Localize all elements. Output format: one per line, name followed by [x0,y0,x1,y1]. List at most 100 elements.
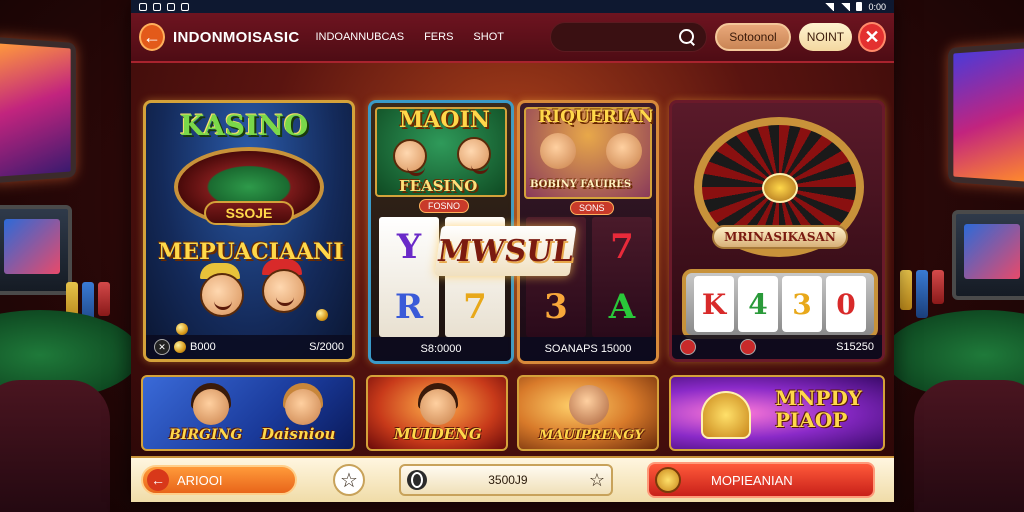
slot-symbol: 4 [738,276,778,332]
card-title: KASINO [180,109,309,142]
nav-link[interactable]: FERS [424,31,453,43]
character-avatar [285,389,321,425]
bottom-action-bar: ← ARIOOI ☆ 3500J9 ☆ MOPIEANIAN [131,456,894,502]
game-card-kasino[interactable]: KASINO SSOJE MEPUACIAANI ✕ B000 S/2000 [143,100,355,362]
card-chip: SONS [570,201,614,215]
bottom-left-label: ARIOOI [177,472,223,488]
reel-symbol: 7 [610,227,634,267]
character-avatar [193,389,229,425]
card-footer-right: S/2000 [309,341,344,353]
background-tv-screen [0,36,76,184]
reel-symbol: A [608,287,636,327]
card-footer: S8:0000 [371,337,511,361]
notification-icon [167,2,175,11]
ring-icon [407,470,427,490]
character-avatar [457,137,491,174]
background-chip-stack [900,270,944,318]
battery-icon [856,2,863,11]
arrow-left-icon: ← [143,26,162,47]
coin-icon [176,323,188,335]
close-icon: ✕ [864,26,880,47]
status-bar: 0:00 [131,0,894,13]
cta-label: MOPIEANIAN [711,472,793,488]
shield-icon [655,467,681,493]
character-avatar [569,385,609,425]
card-sign: FEASINO [399,177,478,195]
character-avatar [420,389,456,425]
card-chip: FOSNO [419,199,470,213]
trophy-icon [701,391,751,439]
promo-card[interactable]: MAUIPRENGY [517,375,659,451]
status-time: 0:00 [868,1,886,12]
signal-icon [824,2,835,11]
promo-card[interactable]: BIRGING Daisniou [141,375,355,451]
info-icon[interactable]: ✕ [154,339,170,355]
promo-title-secondary: Daisniou [261,425,336,443]
arrow-left-icon: ← [147,469,169,491]
reel-symbol: 7 [463,287,487,327]
game-grid: KASINO SSOJE MEPUACIAANI ✕ B000 S/2000 M… [131,63,894,456]
cta-button[interactable]: MOPIEANIAN [647,462,875,498]
nav-links: INDOANNUBCAS FERS SHOT [315,31,504,43]
card-title: MAOIN [399,107,490,133]
card-plaque: MRINASIKASAN [712,225,848,249]
card-subtitle: MEPUACIAANI [158,239,344,265]
back-button[interactable]: ← [139,23,166,51]
slot-symbol: 3 [782,276,822,332]
slot-reel: 7 A [592,217,652,337]
star-icon: ☆ [588,469,605,490]
card-plate: SSOJE [204,201,294,225]
chip-icon [680,339,696,355]
notification-icon [139,2,147,11]
character-avatar [200,273,244,317]
background-slot-machine [952,210,1024,300]
amount-field[interactable]: 3500J9 ☆ [399,464,613,496]
search-icon[interactable] [678,28,696,46]
brand-title: INDONMOISASIC [173,28,300,46]
nav-link[interactable]: SHOT [473,31,504,43]
promo-title: MNPDY PIAOP [775,386,863,432]
background-chair [0,380,110,512]
coin-icon [174,341,186,353]
card-footer-value: S8:0000 [420,343,462,355]
coin-icon [316,309,328,321]
promo-card[interactable]: MNPDY PIAOP [669,375,885,451]
card-title: RIQUERIAN [538,107,654,127]
notification-icon [153,2,161,11]
game-card-roulette[interactable]: MRINASIKASAN K 4 3 0 S15250 [669,100,885,362]
favorite-button[interactable]: ☆ [333,464,365,496]
promo-title: MUIDENG [394,425,482,443]
character-avatar [606,133,642,169]
card-sign: BOBINY FAUIRES [530,179,632,190]
nav-link[interactable]: INDOANNUBCAS [315,31,404,43]
slot-symbol: 0 [826,276,866,332]
card-footer: SOANAPS 15000 [520,337,656,361]
search-input[interactable] [549,22,708,52]
character-avatar [262,269,306,313]
background-slot-machine [0,205,72,295]
promo-title: BIRGING [169,427,243,443]
background-chair [914,380,1024,512]
top-navigation-bar: ← INDONMOISASIC INDOANNUBCAS FERS SHOT S… [131,13,894,63]
primary-button[interactable]: NOINT [798,23,853,51]
slot-symbol: K [694,276,734,332]
card-footer-left: B000 [190,341,216,353]
card-footer: S15250 [672,335,882,359]
bottom-left-button[interactable]: ← ARIOOI [141,465,297,495]
reel-symbol: R [394,287,424,327]
reel-symbol: Y [396,227,422,267]
app-window: 0:00 ← INDONMOISASIC INDOANNUBCAS FERS S… [131,0,894,502]
background-right-scenery [889,0,1024,512]
promo-card[interactable]: MUIDENG [366,375,508,451]
slot-machine: K 4 3 0 [682,269,878,339]
amount-value: 3500J9 [488,473,528,487]
featured-banner[interactable]: MWSUL [434,226,577,276]
notification-icon [181,2,189,11]
secondary-button[interactable]: Sotoonol [715,23,791,51]
reel-symbol: 3 [544,287,568,327]
close-button[interactable]: ✕ [858,22,887,52]
card-artwork: RIQUERIAN BOBINY FAUIRES [524,107,654,199]
star-icon: ☆ [340,469,358,492]
slot-reel: Y R [379,217,439,337]
character-avatar [393,139,427,176]
